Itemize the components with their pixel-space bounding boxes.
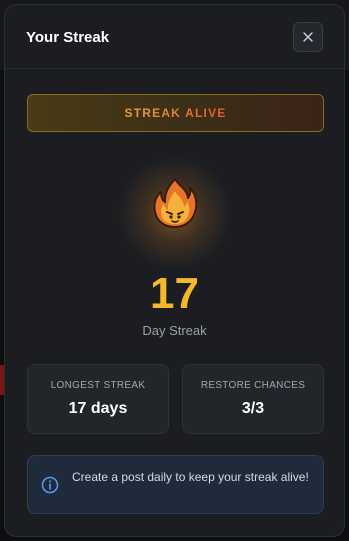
streak-count-label: Day Streak [142,323,207,338]
stat-label: RESTORE CHANCES [200,380,306,391]
streak-status-label: STREAK ALIVE [124,106,227,120]
longest-streak-card: LONGEST STREAK 17 days [27,364,169,434]
info-box: Create a post daily to keep your streak … [27,455,324,514]
stat-value: 3/3 [241,400,265,417]
info-text: Create a post daily to keep your streak … [72,470,309,484]
streak-modal: Your Streak STREAK ALIVE 17 Day Streak L… [4,4,345,537]
streak-status-banner: STREAK ALIVE [27,94,324,132]
stat-value: 17 days [68,400,128,417]
flame-icon [153,178,198,228]
stat-label: LONGEST STREAK [50,380,146,391]
modal-title: Your Streak [26,29,110,46]
modal-header: Your Streak [5,5,344,69]
close-button[interactable] [293,22,323,52]
restore-chances-card: RESTORE CHANCES 3/3 [182,364,324,434]
close-icon [303,32,313,42]
info-icon [41,476,59,494]
streak-count: 17 [150,269,199,318]
